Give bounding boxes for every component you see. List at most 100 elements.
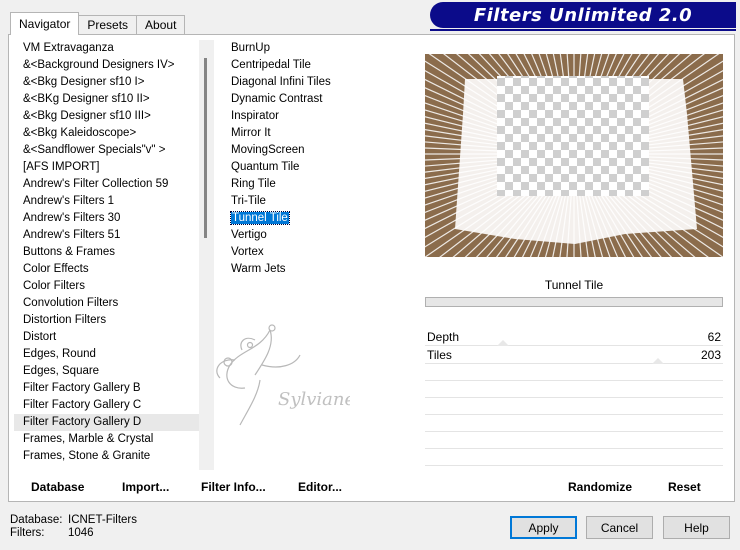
database-button[interactable]: Database	[31, 480, 84, 494]
tab-navigator[interactable]: Navigator	[10, 12, 80, 35]
filter-item-label: Tunnel Tile	[230, 211, 290, 225]
banner-underline	[430, 29, 736, 31]
filter-list[interactable]: BurnUp Centripedal Tile Diagonal Infini Ti…	[220, 40, 418, 470]
scrollbar-thumb[interactable]	[204, 58, 207, 238]
filter-item-label: Inspirator	[231, 110, 279, 122]
category-item[interactable]: Edges, Square	[14, 363, 209, 380]
category-item[interactable]: Color Filters	[14, 278, 209, 295]
import-button[interactable]: Import...	[122, 480, 169, 494]
navigator-action-bar: Database Import... Filter Info... Editor…	[12, 476, 418, 500]
category-item[interactable]: [AFS IMPORT]	[14, 159, 209, 176]
tab-label: Presets	[87, 18, 129, 32]
category-item[interactable]: Filter Factory Gallery C	[14, 397, 209, 414]
param-label: Tiles	[427, 347, 452, 362]
filter-preview-image	[425, 54, 723, 257]
filter-info-button[interactable]: Filter Info...	[201, 480, 266, 494]
category-item[interactable]: Frames, Marble & Crystal	[14, 431, 209, 448]
tab-label: Navigator	[19, 17, 71, 31]
param-empty-row	[425, 364, 723, 381]
editor-button[interactable]: Editor...	[298, 480, 342, 494]
app-title: Filters Unlimited 2.0	[473, 4, 693, 26]
param-label: Depth	[427, 329, 460, 344]
category-item[interactable]: &<Bkg Designer sf10 III>	[14, 108, 209, 125]
filter-item-label: BurnUp	[231, 42, 270, 54]
status-info: Database: ICNET-Filters Filters: 1046	[10, 514, 137, 540]
filter-item-label: MovingScreen	[231, 144, 305, 156]
category-scrollbar[interactable]	[199, 40, 214, 470]
filter-item[interactable]: Quantum Tile	[220, 159, 418, 176]
category-item[interactable]: Color Effects	[14, 261, 209, 278]
tab-label: About	[145, 18, 177, 32]
category-item[interactable]: Andrew's Filters 1	[14, 193, 209, 210]
category-item[interactable]: Filter Factory Gallery B	[14, 380, 209, 397]
param-depth[interactable]: Depth 62	[425, 328, 723, 346]
filter-item[interactable]: Vortex	[220, 244, 418, 261]
filter-item-label: Centripedal Tile	[231, 59, 311, 71]
tab-presets[interactable]: Presets	[78, 15, 138, 34]
category-item[interactable]: VM Extravaganza	[14, 40, 209, 57]
filter-item-label: Mirror It	[231, 127, 271, 139]
progress-bar	[425, 297, 723, 307]
category-item[interactable]: Andrew's Filters 30	[14, 210, 209, 227]
category-item[interactable]: &<Sandflower Specials"v" >	[14, 142, 209, 159]
filter-item-label: Quantum Tile	[231, 161, 300, 173]
filter-item[interactable]: Dynamic Contrast	[220, 91, 418, 108]
database-value: ICNET-Filters	[68, 514, 137, 526]
category-item[interactable]: Convolution Filters	[14, 295, 209, 312]
database-label: Database:	[10, 514, 63, 526]
apply-button[interactable]: Apply	[510, 516, 577, 539]
filter-item[interactable]: Vertigo	[220, 227, 418, 244]
slider-marker[interactable]	[651, 358, 664, 364]
param-empty-row	[425, 415, 723, 432]
category-item[interactable]: Andrew's Filters 51	[14, 227, 209, 244]
filter-item[interactable]: MovingScreen	[220, 142, 418, 159]
category-item[interactable]: Distort	[14, 329, 209, 346]
reset-button[interactable]: Reset	[668, 480, 701, 494]
param-value: 203	[700, 347, 721, 362]
filter-item-label: Tri-Tile	[231, 195, 266, 207]
filter-item[interactable]: Mirror It	[220, 125, 418, 142]
tab-about[interactable]: About	[136, 15, 186, 34]
category-item[interactable]: Distortion Filters	[14, 312, 209, 329]
filters-count-value: 1046	[68, 527, 94, 539]
filter-item[interactable]: Tunnel Tile	[220, 210, 418, 227]
filter-item-label: Vortex	[231, 246, 264, 258]
filter-item[interactable]: BurnUp	[220, 40, 418, 57]
param-empty-row	[425, 398, 723, 415]
category-item[interactable]: &<Background Designers IV>	[14, 57, 209, 74]
param-value: 62	[707, 329, 721, 344]
filter-item[interactable]: Diagonal Infini Tiles	[220, 74, 418, 91]
category-item[interactable]: &<BKg Designer sf10 II>	[14, 91, 209, 108]
filter-item-label: Dynamic Contrast	[231, 93, 323, 105]
filter-item[interactable]: Ring Tile	[220, 176, 418, 193]
category-item[interactable]: &<Bkg Kaleidoscope>	[14, 125, 209, 142]
help-button[interactable]: Help	[663, 516, 730, 539]
category-item[interactable]: Frames, Stone & Granite	[14, 448, 209, 465]
selected-filter-title: Tunnel Tile	[425, 275, 723, 295]
category-item[interactable]: Filter Factory Gallery D	[14, 414, 209, 431]
category-item[interactable]: Edges, Round	[14, 346, 209, 363]
param-tiles[interactable]: Tiles 203	[425, 346, 723, 364]
filter-item-label: Diagonal Infini Tiles	[231, 76, 331, 88]
category-item[interactable]: &<Bkg Designer sf10 I>	[14, 74, 209, 91]
tab-bar: Navigator Presets About	[10, 12, 186, 35]
category-item[interactable]: Buttons & Frames	[14, 244, 209, 261]
cancel-button[interactable]: Cancel	[586, 516, 653, 539]
param-empty-row	[425, 449, 723, 466]
filter-item-label: Vertigo	[231, 229, 267, 241]
filter-item-label: Warm Jets	[231, 263, 286, 275]
randomize-button[interactable]: Randomize	[568, 480, 632, 494]
param-empty-row	[425, 432, 723, 449]
filter-item[interactable]: Warm Jets	[220, 261, 418, 278]
filter-item[interactable]: Tri-Tile	[220, 193, 418, 210]
filters-count-label: Filters:	[10, 527, 45, 539]
filter-item[interactable]: Centripedal Tile	[220, 57, 418, 74]
filter-item[interactable]: Inspirator	[220, 108, 418, 125]
filter-item-label: Ring Tile	[231, 178, 276, 190]
category-list[interactable]: VM Extravaganza &<Background Designers IV…	[14, 40, 209, 470]
parameter-action-bar: Randomize Reset	[425, 476, 723, 500]
category-item[interactable]: Andrew's Filter Collection 59	[14, 176, 209, 193]
app-title-banner: Filters Unlimited 2.0	[430, 2, 736, 28]
parameter-list: Depth 62 Tiles 203	[425, 328, 723, 470]
param-empty-row	[425, 381, 723, 398]
